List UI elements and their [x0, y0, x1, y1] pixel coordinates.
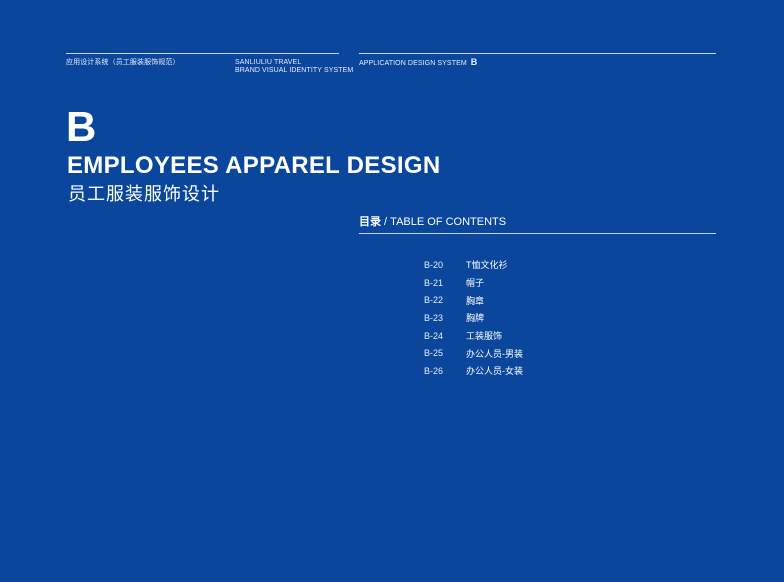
header-system-letter: B	[470, 57, 478, 67]
section-title-cn: 员工服装服饰设计	[68, 184, 220, 204]
header-system-text: APPLICATION DESIGN SYSTEM	[359, 60, 467, 67]
toc-heading: 目录 / TABLE OF CONTENTS	[359, 215, 506, 229]
toc-item-code: B-22	[424, 295, 444, 306]
toc-item-title: 工装服饰	[466, 331, 503, 342]
toc-heading-cn: 目录	[359, 216, 381, 228]
header-brand-line2: BRAND VISUAL IDENTITY SYSTEM	[235, 67, 354, 74]
toc-item[interactable]: B-22 胸章	[424, 291, 523, 309]
toc-item-code: B-23	[424, 312, 444, 323]
toc-item[interactable]: B-24 工装服饰	[424, 327, 523, 345]
toc-item[interactable]: B-23 胸牌	[424, 309, 523, 327]
section-letter: B	[66, 103, 97, 150]
toc-list: B-20 T恤文化衫 B-21 帽子 B-22 胸章 B-23 胸牌 B-24 …	[424, 256, 523, 380]
header-left-label: 应用设计系统（员工服装服饰规范）	[66, 59, 180, 66]
toc-item[interactable]: B-20 T恤文化衫	[424, 256, 523, 274]
toc-item[interactable]: B-26 办公人员-女装	[424, 362, 523, 380]
toc-item-title: 办公人员-男装	[466, 348, 523, 359]
toc-item[interactable]: B-25 办公人员-男装	[424, 344, 523, 362]
header-rule-left	[66, 53, 339, 54]
toc-heading-en: TABLE OF CONTENTS	[390, 216, 507, 228]
toc-item-code: B-25	[424, 348, 444, 359]
toc-heading-sep: /	[381, 216, 391, 228]
header-brand: SANLIULIU TRAVEL BRAND VISUAL IDENTITY S…	[235, 59, 353, 75]
toc-item-code: B-26	[424, 365, 444, 376]
toc-item-code: B-20	[424, 259, 444, 270]
toc-item-title: 胸牌	[466, 313, 485, 324]
section-title-en: EMPLOYEES APPAREL DESIGN	[67, 152, 441, 179]
header-brand-line1: SANLIULIU TRAVEL	[235, 59, 302, 66]
toc-item[interactable]: B-21 帽子	[424, 274, 523, 292]
toc-item-title: 帽子	[466, 278, 485, 289]
header-rule-right	[359, 53, 716, 54]
toc-item-title: T恤文化衫	[466, 260, 508, 271]
toc-item-code: B-24	[424, 330, 444, 341]
toc-item-code: B-21	[424, 277, 444, 288]
toc-item-title: 办公人员-女装	[466, 366, 523, 377]
header-system-label: APPLICATION DESIGN SYSTEM B	[359, 58, 477, 68]
toc-rule	[359, 233, 716, 234]
toc-item-title: 胸章	[466, 295, 485, 306]
